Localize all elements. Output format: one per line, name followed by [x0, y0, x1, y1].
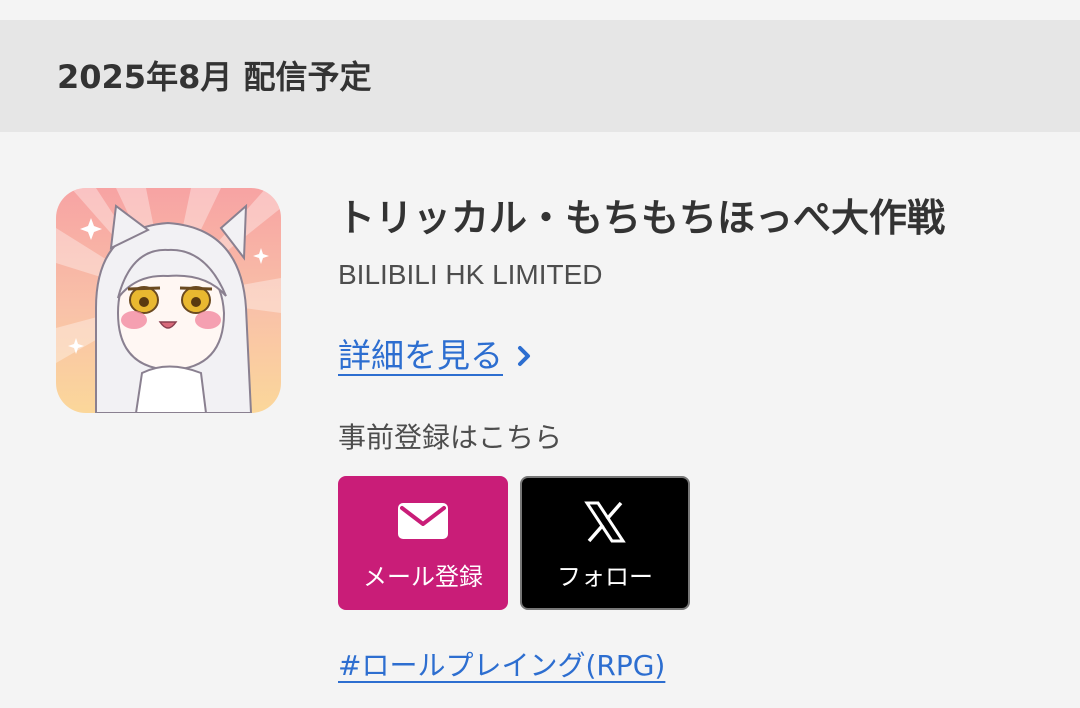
x-follow-button[interactable]: フォロー: [520, 476, 690, 610]
app-icon[interactable]: [56, 188, 281, 413]
x-logo-icon: [522, 500, 688, 544]
chevron-right-icon: [517, 333, 531, 379]
preregister-label: 事前登録はこちら: [338, 421, 563, 454]
genre-tag-link[interactable]: #ロールプレイング(RPG): [338, 646, 665, 686]
developer-name: BILIBILI HK LIMITED: [338, 259, 603, 290]
mail-register-label: メール登録: [363, 563, 483, 591]
mail-register-button[interactable]: メール登録: [338, 476, 508, 610]
details-link-label: 詳細を見る: [338, 336, 503, 375]
section-title: 2025年8月 配信予定: [57, 58, 372, 96]
app-title[interactable]: トリッカル・もちもちほっぺ大作戦: [337, 191, 945, 245]
envelope-icon: [338, 502, 508, 540]
character-illustration: [56, 188, 281, 413]
details-link[interactable]: 詳細を見る: [338, 333, 531, 379]
x-follow-label: フォロー: [557, 563, 653, 591]
